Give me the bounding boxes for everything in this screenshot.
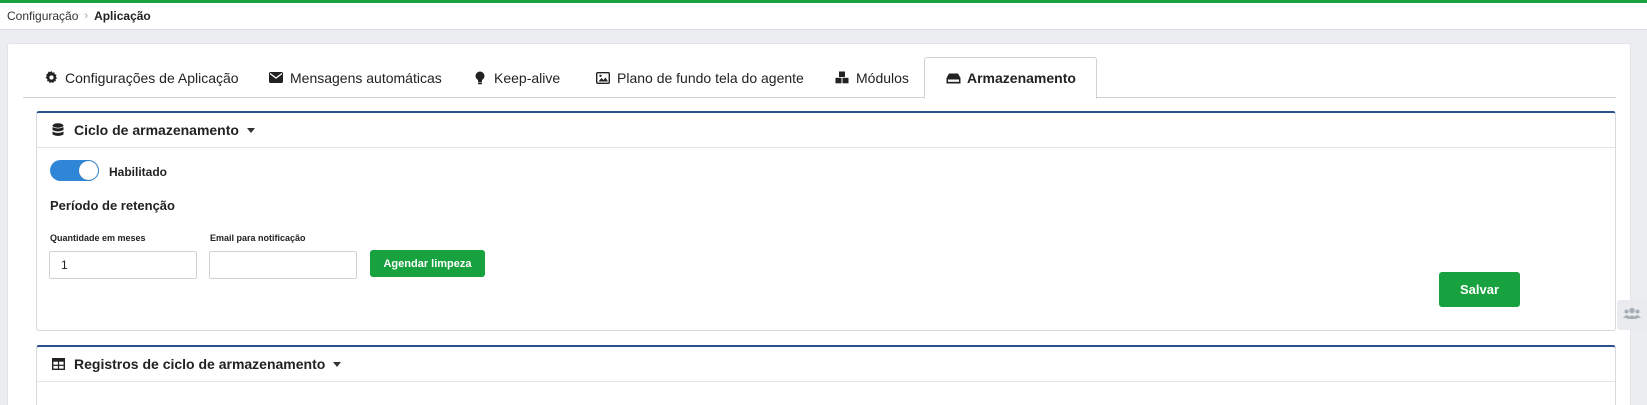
table-icon xyxy=(52,357,66,371)
database-icon xyxy=(52,123,66,137)
tab-auto-messages[interactable]: Mensagens automáticas xyxy=(268,57,442,98)
months-label: Quantidade em meses xyxy=(50,233,146,243)
tab-agent-background[interactable]: Plano de fundo tela do agente xyxy=(595,57,804,98)
tab-label: Módulos xyxy=(856,69,909,86)
gear-icon xyxy=(43,71,59,85)
panel-title: Registros de ciclo de armazenamento xyxy=(74,356,326,372)
cubes-icon xyxy=(834,71,850,85)
tab-label: Plano de fundo tela do agente xyxy=(617,69,804,86)
tab-app-settings[interactable]: Configurações de Aplicação xyxy=(43,57,239,98)
breadcrumb-current: Aplicação xyxy=(94,9,151,23)
panel-title: Ciclo de armazenamento xyxy=(74,122,239,138)
email-label: Email para notificação xyxy=(210,233,306,243)
caret-down-icon[interactable] xyxy=(333,361,342,367)
toggle-label: Habilitado xyxy=(109,165,168,179)
tab-label: Armazenamento xyxy=(967,70,1076,86)
lightbulb-icon xyxy=(472,71,488,85)
tab-keep-alive[interactable]: Keep-alive xyxy=(472,57,560,98)
chevron-right-icon: › xyxy=(84,10,89,22)
storage-cycle-panel: Ciclo de armazenamento Habilitado Períod… xyxy=(36,111,1616,331)
schedule-cleanup-button[interactable]: Agendar limpeza xyxy=(370,250,485,277)
save-button[interactable]: Salvar xyxy=(1439,272,1520,307)
breadcrumb: Configuração › Aplicação xyxy=(0,3,1647,30)
users-icon xyxy=(1623,306,1641,324)
enabled-toggle[interactable] xyxy=(50,160,99,181)
email-input[interactable] xyxy=(209,251,357,279)
storage-records-header[interactable]: Registros de ciclo de armazenamento xyxy=(37,347,1615,382)
caret-down-icon[interactable] xyxy=(246,127,255,133)
storage-cycle-header[interactable]: Ciclo de armazenamento xyxy=(37,113,1615,148)
toggle-knob xyxy=(79,161,98,180)
storage-records-panel: Registros de ciclo de armazenamento xyxy=(36,345,1616,405)
tab-label: Keep-alive xyxy=(494,69,561,86)
tab-label: Configurações de Aplicação xyxy=(65,69,239,86)
hdd-icon xyxy=(945,71,961,85)
months-input[interactable] xyxy=(49,251,197,279)
tab-modules[interactable]: Módulos xyxy=(834,57,909,98)
image-icon xyxy=(595,71,611,85)
users-widget-button[interactable] xyxy=(1617,300,1647,330)
tab-storage[interactable]: Armazenamento xyxy=(924,57,1097,99)
tab-label: Mensagens automáticas xyxy=(290,69,442,86)
envelope-icon xyxy=(268,71,284,85)
retention-title: Período de retenção xyxy=(50,198,175,213)
breadcrumb-parent[interactable]: Configuração xyxy=(7,9,78,23)
tab-bar: Configurações de Aplicação Mensagens aut… xyxy=(23,57,1616,99)
settings-card: Configurações de Aplicação Mensagens aut… xyxy=(7,43,1631,405)
